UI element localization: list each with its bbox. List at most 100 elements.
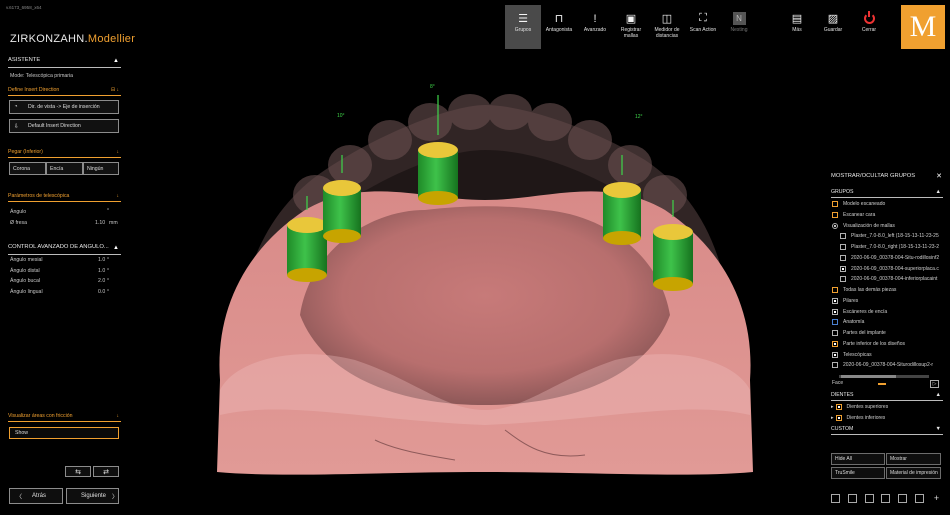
group-item[interactable]: Escáneres de encía bbox=[832, 307, 944, 317]
group-checkbox[interactable] bbox=[832, 211, 838, 218]
abutment-4[interactable] bbox=[603, 182, 641, 245]
group-item[interactable]: Pilares bbox=[832, 296, 944, 306]
define-insert-header[interactable]: Define Insert Direction ⊟ ↓ bbox=[8, 87, 121, 96]
group-checkbox[interactable] bbox=[832, 362, 838, 369]
group-item[interactable]: Parte inferior de los diseños bbox=[832, 339, 944, 349]
power-icon bbox=[863, 11, 876, 25]
custom-header[interactable]: CUSTOM ▼ bbox=[831, 426, 943, 435]
seg-corona[interactable]: Corona bbox=[9, 162, 46, 175]
view-to-insert-button[interactable]: ◔ Dir. de vista -> Eje de inserción bbox=[9, 100, 119, 114]
asistente-header[interactable]: ASISTENTE ▲ bbox=[8, 57, 121, 68]
group-checkbox[interactable] bbox=[840, 254, 846, 261]
back-button[interactable]: 〈 Atrás bbox=[9, 488, 63, 504]
mostrar-button[interactable]: Mostrar bbox=[886, 453, 941, 465]
angle-value[interactable]: 1.0 bbox=[98, 257, 105, 263]
group-item[interactable]: Anatomía bbox=[832, 317, 944, 327]
abutment-1[interactable] bbox=[287, 217, 327, 282]
dientes-superiores[interactable]: ▸ Dientes superiores bbox=[831, 402, 888, 412]
lock-icon[interactable]: ⊟ ↓ bbox=[111, 87, 119, 93]
dientes-header[interactable]: DIENTES ▲ bbox=[831, 392, 943, 401]
angle-value[interactable]: 2.0 bbox=[98, 278, 105, 284]
groups-scrollbar[interactable] bbox=[839, 375, 929, 378]
group-item-label: Plaster_7.0-8.0_left (18-15-13-11-23-25 bbox=[851, 233, 939, 240]
group-item[interactable]: Visualización de mallas bbox=[832, 221, 944, 231]
toolbar-cerrar[interactable]: Cerrar bbox=[851, 5, 887, 49]
param-telescopica-header[interactable]: Parámetros de telescópica ↓ bbox=[8, 193, 121, 202]
add-icon[interactable]: + bbox=[932, 494, 941, 503]
abutment-3[interactable] bbox=[418, 142, 458, 205]
angle-value[interactable]: 0.0 bbox=[98, 289, 105, 295]
abutment-2[interactable] bbox=[323, 180, 361, 243]
fresa-value[interactable]: 1.10 bbox=[95, 220, 105, 226]
group-item[interactable]: Plaster_7.0-8.0_right (18-15-13-11-23-2 bbox=[840, 242, 944, 252]
group-item[interactable]: Telescópicas bbox=[832, 350, 944, 360]
angle-value[interactable]: 1.0 bbox=[98, 268, 105, 274]
group-item[interactable]: Plaster_7.0-8.0_left (18-15-13-11-23-25 bbox=[840, 231, 944, 241]
group-item[interactable]: 2020-06-09_00378-004-superiorplaca.c bbox=[840, 264, 944, 274]
trusmile-button[interactable]: TruSmile bbox=[831, 467, 885, 479]
pegar-header[interactable]: Pegar (Inferior) ↓ bbox=[8, 149, 121, 158]
hide-all-button[interactable]: Hide All bbox=[831, 453, 885, 465]
toolbar-avanzado[interactable]: ! Avanzado bbox=[577, 5, 613, 49]
expand-icon[interactable]: ▸ bbox=[831, 415, 834, 421]
toolbar-mas[interactable]: ▤ Más bbox=[779, 5, 815, 49]
group-item[interactable]: Modelo escaneado bbox=[832, 199, 944, 209]
axis-label-3: 10° bbox=[337, 113, 345, 119]
redo-button[interactable]: ⇄ bbox=[93, 466, 119, 477]
face-row[interactable]: Face ▷ bbox=[832, 380, 940, 389]
seg-encia[interactable]: Encía bbox=[46, 162, 83, 175]
group-checkbox[interactable] bbox=[840, 265, 846, 272]
next-button[interactable]: Siguiente 〉 bbox=[66, 488, 119, 504]
group-checkbox[interactable] bbox=[832, 319, 838, 326]
visualizar-header[interactable]: Visualizar áreas con fricción ↓ bbox=[8, 413, 121, 422]
view-right-icon[interactable] bbox=[864, 494, 874, 503]
group-item[interactable]: 2020-06-09_00378-004-Siturodillosup2-r bbox=[832, 360, 944, 370]
group-item[interactable]: Escanear cara bbox=[832, 210, 944, 220]
default-insert-button[interactable]: ⇩ Default Insert Direction bbox=[9, 119, 119, 133]
group-radio[interactable] bbox=[832, 222, 838, 229]
close-icon[interactable]: ✕ bbox=[936, 172, 942, 180]
dientes-inferiores[interactable]: ▸ Dientes inferiores bbox=[831, 413, 885, 423]
toolbar-antagonista[interactable]: ⊓ Antagonista bbox=[541, 5, 577, 49]
group-item[interactable]: 2020-06-09_00378-004-inferiorplacaint bbox=[840, 274, 944, 284]
group-checkbox[interactable] bbox=[840, 244, 846, 250]
view-back-icon[interactable] bbox=[915, 494, 925, 503]
group-checkbox[interactable] bbox=[832, 351, 838, 358]
view-icons: + bbox=[831, 494, 941, 504]
toolbar-scan-action[interactable]: ⛶ Scan Action bbox=[685, 5, 721, 49]
group-checkbox[interactable] bbox=[840, 233, 846, 240]
modellier-logo[interactable]: M bbox=[901, 5, 945, 49]
control-avanzado-header[interactable]: CONTROL AVANZADO DE ANGULO... ▲ bbox=[8, 244, 121, 255]
group-checkbox[interactable] bbox=[832, 287, 838, 293]
seg-ningun[interactable]: Ningún bbox=[83, 162, 119, 175]
material-impresion-button[interactable]: Material de impresión bbox=[886, 467, 941, 479]
view-left-icon[interactable] bbox=[831, 494, 840, 503]
grupos-header[interactable]: GRUPOS ▲ bbox=[831, 189, 943, 198]
toolbar-nesting[interactable]: N Nesting bbox=[721, 5, 757, 49]
expand-icon[interactable]: ▸ bbox=[831, 404, 834, 410]
toolbar-grupos[interactable]: ☰ Grupos bbox=[505, 5, 541, 49]
more-icon: ▤ bbox=[791, 13, 803, 25]
toolbar-medidor[interactable]: ◫ Medidor de distancias bbox=[649, 5, 685, 49]
view-bottom-icon[interactable] bbox=[898, 494, 908, 503]
abutment-5[interactable] bbox=[653, 224, 693, 291]
group-checkbox[interactable] bbox=[832, 308, 838, 315]
play-icon[interactable]: ▷ bbox=[930, 380, 939, 388]
group-checkbox[interactable] bbox=[832, 201, 838, 207]
group-item[interactable]: Partes del implante bbox=[832, 328, 944, 338]
collapse-arrow-icon[interactable]: ▲ bbox=[113, 58, 119, 64]
group-checkbox[interactable] bbox=[832, 340, 838, 347]
toolbar-guardar[interactable]: ▨ Guardar bbox=[815, 5, 851, 49]
group-checkbox[interactable] bbox=[832, 297, 838, 304]
undo-button[interactable]: ⇆ bbox=[65, 466, 91, 477]
group-checkbox[interactable] bbox=[840, 276, 846, 283]
model-viewport[interactable]: 8° 12° 10° bbox=[125, 60, 825, 515]
view-front-icon[interactable] bbox=[847, 494, 857, 503]
view-top-icon[interactable] bbox=[881, 494, 891, 503]
show-friction-select[interactable]: Show bbox=[9, 427, 119, 439]
toolbar-registrar[interactable]: ▣ Registrar mallas bbox=[613, 5, 649, 49]
group-item[interactable]: Todas las demás piezas bbox=[832, 285, 944, 295]
group-checkbox[interactable] bbox=[832, 330, 838, 336]
group-item-label: Parte inferior de los diseños bbox=[843, 340, 905, 347]
group-item[interactable]: 2020-06-09_00378-004-Situ-rodillosinf2 bbox=[840, 253, 944, 263]
